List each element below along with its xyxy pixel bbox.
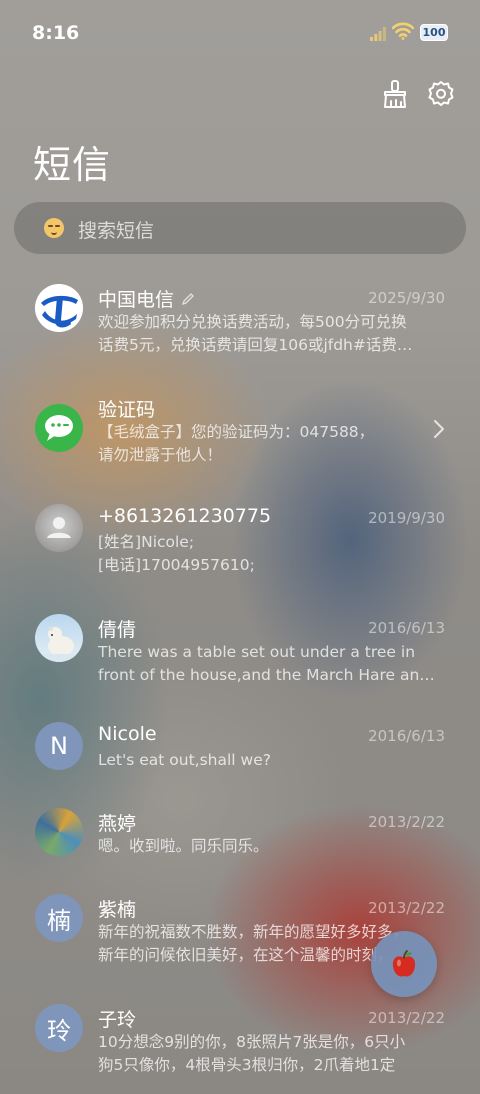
conversation-item-china-telecom[interactable]: 中国电信 2025/9/30 欢迎参加积分兑换话费活动，每500分可兑换 话费5… (0, 272, 480, 372)
status-time: 8:16 (32, 22, 80, 44)
conversation-name: 验证码 (98, 399, 156, 421)
contact-photo-avatar (35, 504, 83, 552)
preview-line: 狗5只像你，4根骨头3根归你，2爪着地1定 (98, 1056, 396, 1074)
conversation-preview: 嗯。收到啦。同乐同乐。 (98, 835, 444, 858)
emoji-icon (44, 218, 64, 238)
conversation-item-verification-code[interactable]: 验证码 【毛绒盒子】您的验证码为：047588， 请勿泄露于他人！ (0, 382, 480, 482)
preview-line: 欢迎参加积分兑换话费活动，每500分可兑换 (98, 313, 407, 331)
battery-icon: 100 (420, 24, 448, 41)
gear-icon (428, 81, 454, 106)
preview-line: 话费5元，兑换话费请回复106或jfdh#话费… (98, 336, 413, 354)
verification-code-avatar (35, 404, 83, 452)
conversation-date: 2013/2/22 (368, 1009, 445, 1027)
china-telecom-logo-icon (35, 284, 83, 332)
preview-line: 嗯。收到啦。同乐同乐。 (98, 837, 269, 855)
conversation-preview: 10分想念9别的你，8张照片7张是你，6只小 狗5只像你，4根骨头3根归你，2爪… (98, 1031, 444, 1077)
settings-button[interactable] (426, 78, 456, 110)
conversation-item-nicole[interactable]: N Nicole 2016/6/13 Let's eat out,shall w… (0, 712, 480, 812)
pencil-icon (182, 293, 194, 306)
battery-level: 100 (422, 26, 446, 39)
conversation-name: +8613261230775 (98, 505, 272, 527)
wifi-icon (392, 22, 414, 40)
conversation-preview: 【毛绒盒子】您的验证码为：047588， 请勿泄露于他人！ (98, 421, 444, 467)
polar-bear-icon (35, 627, 83, 662)
letter-avatar: 玲 (35, 1004, 83, 1052)
conversation-date: 2016/6/13 (368, 619, 445, 637)
preview-line: [电话]17004957610; (98, 556, 255, 574)
conversation-name-text: 中国电信 (98, 289, 175, 311)
conversation-name: Nicole (98, 723, 157, 745)
china-telecom-logo-avatar (35, 284, 83, 332)
clean-brush-button[interactable] (380, 78, 410, 110)
conversation-preview: 欢迎参加积分兑换话费活动，每500分可兑换 话费5元，兑换话费请回复106或jf… (98, 311, 444, 357)
preview-line: [姓名]Nicole; (98, 533, 195, 551)
preview-line: There was a table set out under a tree i… (98, 643, 416, 661)
conversation-date: 2013/2/22 (368, 899, 445, 917)
conversation-preview: Let's eat out,shall we? (98, 749, 444, 772)
status-bar: 8:16 100 (0, 0, 480, 68)
search-input[interactable]: 搜索短信 (78, 216, 154, 243)
search-bar[interactable]: 搜索短信 (14, 202, 466, 254)
person-icon (47, 517, 71, 538)
conversation-item-ziling[interactable]: 玲 子玲 2013/2/22 10分想念9别的你，8张照片7张是你，6只小 狗5… (0, 994, 480, 1094)
preview-line: 请勿泄露于他人！ (98, 446, 223, 464)
apple-icon (392, 950, 416, 977)
preview-line: 【毛绒盒子】您的验证码为：047588， (98, 423, 375, 441)
conversation-item-qianqian[interactable]: 倩倩 2016/6/13 There was a table set out u… (0, 602, 480, 702)
preview-line: front of the house,and the March Hare an… (98, 666, 435, 684)
conversation-preview: There was a table set out under a tree i… (98, 641, 444, 687)
conversation-item-phone-number[interactable]: +8613261230775 2019/9/30 [姓名]Nicole; [电话… (0, 492, 480, 592)
compose-fab-button[interactable] (371, 931, 437, 997)
conversation-preview: [姓名]Nicole; [电话]17004957610; (98, 531, 444, 577)
conversation-item-yanting[interactable]: 燕婷 2013/2/22 嗯。收到啦。同乐同乐。 (0, 798, 480, 898)
conversation-name: 紫楠 (98, 899, 137, 921)
page-title: 短信 (33, 143, 112, 187)
brush-icon (384, 80, 406, 108)
message-bubble-icon (45, 415, 73, 441)
preview-line: Let's eat out,shall we? (98, 751, 271, 769)
conversation-name: 燕婷 (98, 813, 137, 835)
preview-line: 10分想念9别的你，8张照片7张是你，6只小 (98, 1033, 406, 1051)
conversation-date: 2025/9/30 (368, 289, 445, 307)
conversation-date: 2019/9/30 (368, 509, 445, 527)
signal-icon (370, 27, 386, 41)
letter-avatar: N (35, 722, 83, 770)
conversation-name: 子玲 (98, 1009, 137, 1031)
colorful-photo-avatar (35, 808, 83, 856)
chevron-right-icon[interactable] (433, 419, 445, 439)
polar-bear-photo-avatar (35, 614, 83, 662)
conversation-date: 2016/6/13 (368, 727, 445, 745)
conversation-name: 倩倩 (98, 619, 137, 641)
conversation-name: 中国电信 (98, 285, 195, 312)
conversation-date: 2013/2/22 (368, 813, 445, 831)
letter-avatar: 楠 (35, 894, 83, 942)
